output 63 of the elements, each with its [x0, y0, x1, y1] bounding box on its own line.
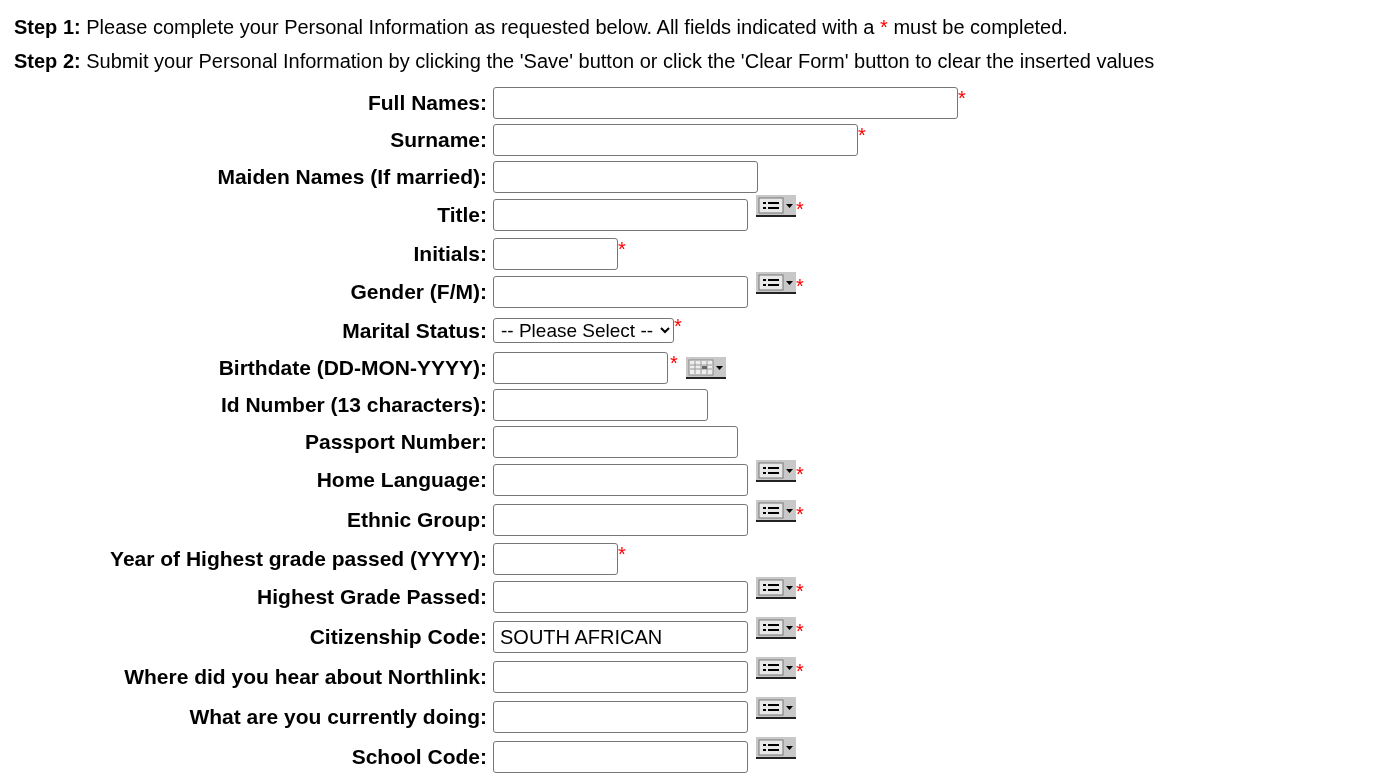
field-label: Gender (F/M): [349, 279, 487, 306]
list-lookup-icon[interactable] [756, 195, 796, 217]
instruction-text: must be completed. [893, 16, 1068, 38]
required-asterisk: * [796, 504, 804, 524]
field-label: Highest Grade Passed: [256, 584, 487, 611]
required-asterisk: * [796, 464, 804, 484]
input-field[interactable] [493, 276, 748, 308]
required-asterisk: * [796, 276, 804, 296]
input-field[interactable] [493, 123, 858, 156]
required-asterisk: * [796, 581, 804, 601]
input-field[interactable] [493, 701, 748, 733]
field-label: What are you currently doing: [188, 704, 487, 731]
input-field[interactable] [493, 237, 618, 270]
required-asterisk: * [880, 16, 888, 38]
instruction-text: Step 1: Please complete your Personal Information as requested below. All fields indicated with a [14, 16, 875, 38]
field-label: Surname: [389, 126, 487, 153]
field-label: Id Number (13 characters): [219, 391, 487, 418]
input-field[interactable] [493, 741, 748, 773]
required-asterisk: * [958, 88, 966, 108]
list-lookup-icon[interactable] [756, 737, 796, 759]
required-asterisk: * [796, 621, 804, 641]
field-label: Full Names: [366, 89, 487, 116]
list-lookup-icon[interactable] [756, 617, 796, 639]
required-asterisk: * [618, 544, 626, 564]
required-asterisk: * [618, 239, 626, 259]
required-asterisk: * [858, 125, 866, 145]
list-lookup-icon[interactable] [756, 500, 796, 522]
input-field[interactable] [493, 199, 748, 231]
input-field[interactable] [493, 388, 708, 421]
list-lookup-icon[interactable] [756, 657, 796, 679]
input-field[interactable] [493, 581, 748, 613]
input-field[interactable] [493, 160, 758, 193]
list-lookup-icon[interactable] [756, 272, 796, 294]
list-lookup-icon[interactable] [756, 460, 796, 482]
required-asterisk: * [670, 353, 678, 373]
input-field[interactable] [493, 86, 958, 119]
field-label: Passport Number: [303, 428, 487, 455]
field-label: Birthdate (DD-MON-YYYY): [217, 354, 487, 381]
field-label: Maiden Names (If married): [216, 163, 487, 190]
field-label: Where did you hear about Northlink: [123, 664, 487, 691]
input-field[interactable]: SOUTH AFRICAN [493, 621, 748, 653]
field-label: Year of Highest grade passed (YYYY): [109, 545, 487, 572]
required-asterisk: * [674, 316, 682, 336]
field-label: School Code: [350, 744, 487, 771]
required-asterisk: * [796, 199, 804, 219]
input-field[interactable] [493, 504, 748, 536]
field-label: Title: [436, 202, 487, 229]
marital-status-select[interactable]: -- Please Select -- [493, 318, 674, 343]
field-label: Marital Status: [341, 317, 487, 344]
list-lookup-icon[interactable] [756, 577, 796, 599]
field-label: Home Language: [315, 467, 487, 494]
field-label: Initials: [412, 240, 487, 267]
required-asterisk: * [796, 661, 804, 681]
list-lookup-icon[interactable] [756, 697, 796, 719]
instruction-text: Step 2: Submit your Personal Information by clicking the 'Save' button or click the 'Clear Form' button to clear the inserted values [14, 50, 1155, 72]
input-field[interactable] [493, 661, 748, 693]
input-field[interactable] [493, 464, 748, 496]
input-field[interactable] [493, 542, 618, 575]
field-label: Ethnic Group: [346, 507, 487, 534]
field-label: Citizenship Code: [308, 624, 487, 651]
input-field[interactable] [493, 351, 668, 384]
calendar-icon[interactable] [685, 356, 726, 379]
input-field[interactable] [493, 425, 738, 458]
